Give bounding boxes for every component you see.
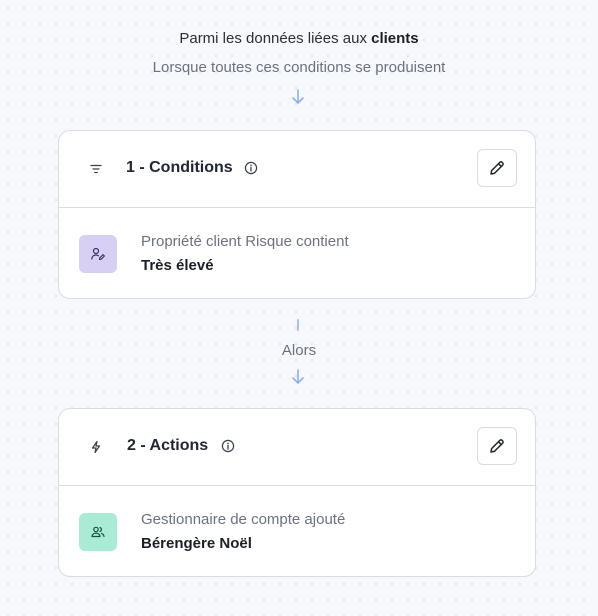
workflow-header: Parmi les données liées aux clients Lors… [0, 29, 598, 78]
connector-line [297, 319, 299, 331]
condition-item-badge [79, 235, 117, 273]
conditions-card: 1 - Conditions Propriété client Risque c… [58, 130, 536, 299]
arrow-down-icon [292, 89, 304, 104]
action-item[interactable]: Gestionnaire de compte ajouté Bérengère … [59, 486, 535, 576]
pencil-icon [490, 439, 504, 453]
action-item-badge [79, 513, 117, 551]
filter-icon [90, 164, 102, 174]
condition-value: Très élevé [141, 257, 214, 274]
scope-text: Parmi les données liées aux clients [0, 29, 598, 49]
trigger-text: Lorsque toutes ces conditions se produis… [152, 59, 446, 76]
info-icon[interactable] [221, 439, 235, 453]
actions-card: 2 - Actions Gestionnaire de compte ajout… [58, 408, 536, 577]
conditions-card-header: 1 - Conditions [59, 131, 535, 208]
connector-label: Alors [281, 342, 317, 359]
arrow-down-icon [292, 369, 304, 384]
actions-title: 2 - Actions [127, 437, 209, 454]
conditions-title: 1 - Conditions [126, 159, 233, 176]
condition-item[interactable]: Propriété client Risque contient Très él… [59, 208, 535, 298]
edit-actions-button[interactable] [477, 427, 517, 465]
lightning-icon [91, 440, 101, 454]
action-label: Gestionnaire de compte ajouté [141, 511, 346, 528]
pencil-icon [490, 161, 504, 175]
action-value: Bérengère Noël [141, 535, 252, 552]
condition-label: Propriété client Risque contient [141, 233, 349, 250]
scope-prefix: Parmi les données liées aux [179, 30, 367, 47]
info-icon[interactable] [244, 161, 258, 175]
scope-entity: clients [371, 30, 419, 47]
edit-conditions-button[interactable] [477, 149, 517, 187]
users-icon [91, 526, 105, 538]
actions-card-header: 2 - Actions [59, 409, 535, 486]
user-edit-icon [91, 247, 105, 261]
